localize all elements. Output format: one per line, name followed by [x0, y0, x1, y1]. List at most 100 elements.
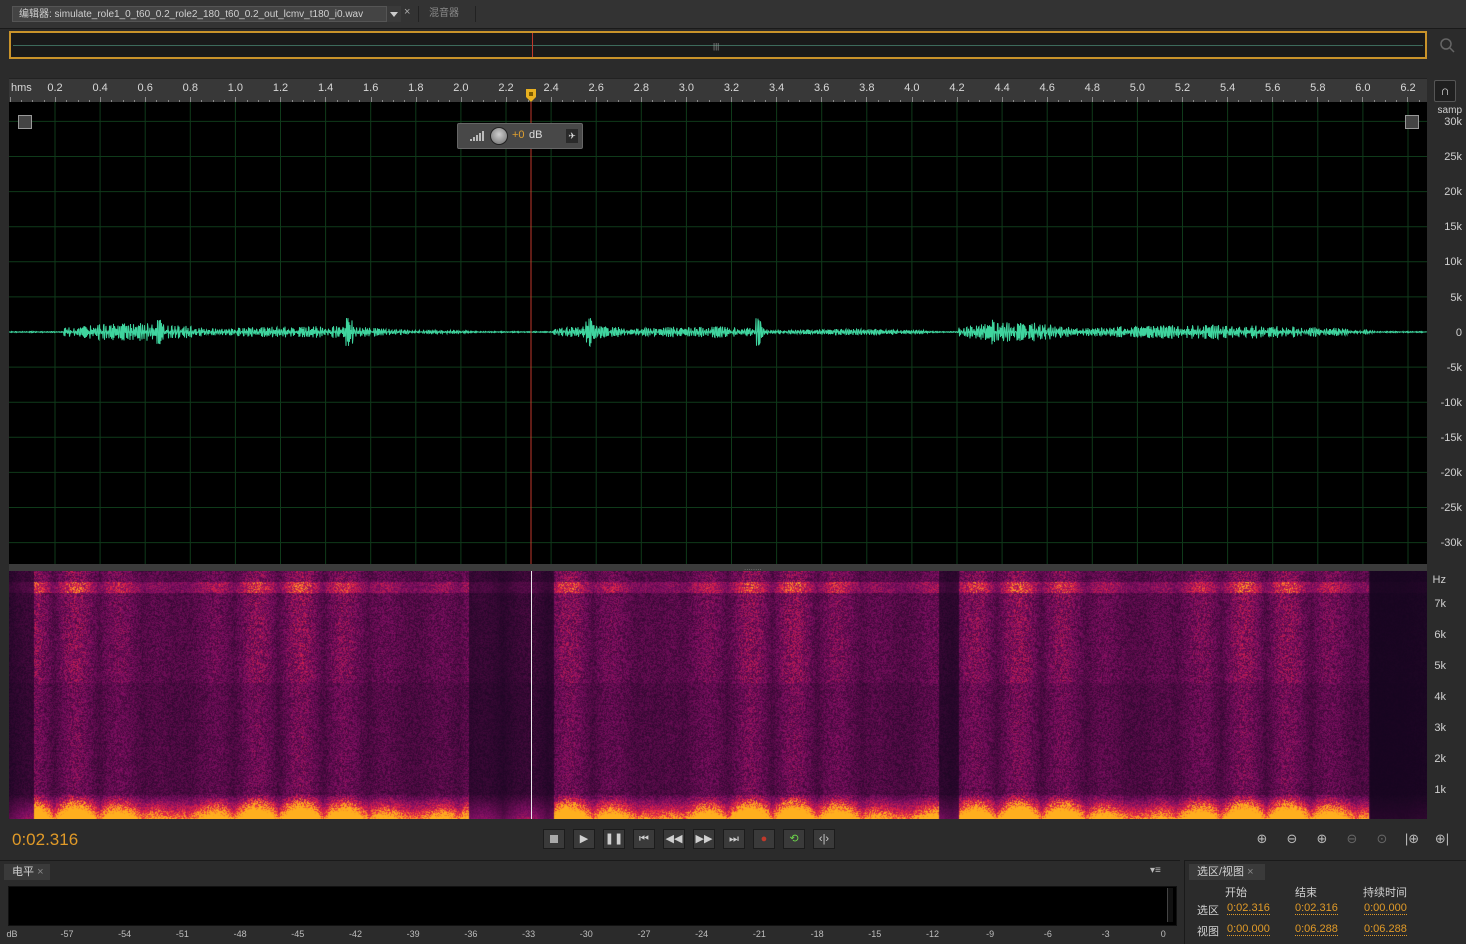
skip-selection-button[interactable]: ‹|› [813, 829, 835, 849]
headphone-icon[interactable]: ∩ [1434, 80, 1456, 102]
view-start[interactable]: 0:00.000 [1227, 923, 1270, 936]
ruler-tick-label: 3.4 [768, 82, 785, 94]
ruler-tick-label: 6.0 [1355, 82, 1371, 94]
selection-view-tab[interactable]: 选区/视图 × [1189, 864, 1265, 880]
panel-menu-icon[interactable]: ▾≡ [1150, 865, 1161, 876]
selection-view-tab-label: 选区/视图 [1197, 866, 1245, 878]
zoom-in-right-button[interactable]: ⊕| [1431, 830, 1453, 848]
zoom-out-time-icon: ⊖ [1346, 831, 1358, 846]
selection-end[interactable]: 0:02.316 [1295, 902, 1338, 915]
ruler-tick-label: 0.4 [92, 82, 108, 94]
db-scale-label: -36 [464, 929, 478, 939]
db-scale-label: -27 [637, 929, 651, 939]
zoom-in-left-button[interactable]: |⊕ [1401, 830, 1423, 848]
ruler-tick-label: 5.0 [1129, 82, 1146, 94]
db-scale-label: -3 [1101, 929, 1110, 939]
tab-close-icon[interactable]: × [404, 6, 410, 18]
fade-out-handle-icon[interactable] [1405, 115, 1419, 129]
playhead-marker-icon[interactable] [526, 89, 536, 103]
frequency-unit: Hz [1432, 574, 1446, 586]
fast-forward-icon: ▶▶ [695, 833, 713, 845]
db-scale-label: -51 [175, 929, 189, 939]
zoom-out-amplitude-button[interactable]: ⊖ [1281, 830, 1303, 848]
volume-unit: dB [529, 129, 543, 141]
frequency-label: 3k [1434, 722, 1446, 734]
ruler-tick-label: 2.2 [498, 82, 514, 94]
waveform-display[interactable] [9, 102, 1427, 564]
ruler-unit-label: hms [11, 82, 32, 94]
pin-icon[interactable]: ✈ [566, 129, 578, 143]
volume-knob[interactable] [490, 127, 508, 145]
tab-editor[interactable]: 编辑器: simulate_role1_0_t60_0.2_role2_180_… [12, 6, 400, 22]
ruler-tick-label: 4.6 [1039, 82, 1055, 94]
levels-tab-label: 电平 [12, 866, 34, 878]
ruler-tick-label: 5.6 [1265, 82, 1281, 94]
frequency-label: 1k [1434, 784, 1446, 796]
amplitude-scale[interactable]: samp 30k 25k 20k 15k 10k 5k 0 -5k -10k -15k -20k -2… [1427, 102, 1466, 564]
column-duration: 持续时间 [1363, 887, 1407, 899]
amplitude-label: -5k [1446, 361, 1462, 374]
view-end[interactable]: 0:06.288 [1295, 923, 1338, 936]
selection-start[interactable]: 0:02.316 [1227, 902, 1270, 915]
play-button[interactable]: ▶ [573, 829, 595, 849]
ruler-tick-label: 2.6 [588, 82, 604, 94]
transport-bar: 0:02.316 ▶ ❚❚ ⏮ ◀◀ ▶▶ ⏭ ● ⟲ ‹|› ⊕ ⊖ ⊕ ⊖ … [0, 820, 1466, 856]
rewind-button[interactable]: ◀◀ [663, 829, 685, 849]
selection-view-close-icon[interactable]: × [1247, 866, 1253, 878]
go-to-start-icon: ⏮ [639, 833, 649, 845]
zoom-out-time-button[interactable]: ⊖ [1341, 830, 1363, 848]
tab-mixer[interactable]: 混音器 [418, 6, 476, 22]
db-scale-label: -33 [522, 929, 536, 939]
ruler-tick-label: 5.8 [1310, 82, 1326, 94]
zoom-in-right-icon: ⊕| [1434, 831, 1450, 846]
ruler-tick-label: 4.4 [994, 82, 1010, 94]
frequency-label: 4k [1434, 691, 1446, 703]
stop-icon [550, 835, 558, 843]
db-scale-label: -39 [406, 929, 420, 939]
record-button[interactable]: ● [753, 829, 775, 849]
frequency-scale[interactable]: Hz 7k 6k 5k 4k 3k 2k 1k [1427, 571, 1466, 819]
db-scale-label: -18 [810, 929, 824, 939]
pause-button[interactable]: ❚❚ [603, 829, 625, 849]
spectrogram-display[interactable] [9, 571, 1427, 819]
panel-divider[interactable]: ........ [9, 563, 1427, 572]
frequency-label: 6k [1434, 629, 1446, 641]
overview-grip-icon[interactable]: ||| [713, 42, 719, 51]
selection-duration[interactable]: 0:00.000 [1364, 902, 1407, 915]
levels-close-icon[interactable]: × [37, 866, 43, 878]
ruler-tick-label: 5.4 [1219, 82, 1236, 94]
zoom-reset-icon: ⊙ [1376, 831, 1388, 846]
volume-value[interactable]: +0 [512, 129, 525, 141]
level-meter-peak [1167, 888, 1173, 922]
go-to-end-button[interactable]: ⏭ [723, 829, 745, 849]
go-to-start-button[interactable]: ⏮ [633, 829, 655, 849]
ruler-tick-label: 2.0 [453, 82, 469, 94]
file-dropdown-chevron-icon[interactable] [386, 6, 401, 22]
zoom-in-time-button[interactable]: ⊕ [1311, 830, 1333, 848]
amplitude-label: 10k [1444, 256, 1462, 269]
db-scale-label: dB [6, 929, 18, 939]
time-ruler[interactable]: hms 0.2 0.4 0.6 0.8 1.0 1.2 1.4 1.6 1.8 2.0 2.2 2.4… [9, 78, 1427, 103]
amplitude-label: -15k [1440, 431, 1462, 444]
overview-navigator[interactable]: ||| [9, 31, 1427, 59]
amplitude-label: 25k [1444, 151, 1462, 164]
db-scale-label: -6 [1043, 929, 1052, 939]
stop-button[interactable] [543, 829, 565, 849]
play-icon: ▶ [579, 833, 589, 845]
zoom-in-amplitude-button[interactable]: ⊕ [1251, 830, 1273, 848]
amplitude-label: -25k [1440, 502, 1462, 515]
amplitude-label: 5k [1450, 291, 1462, 304]
levels-tab[interactable]: 电平 × [4, 864, 50, 880]
amplitude-label: 20k [1444, 186, 1462, 199]
zoom-navigator-icon[interactable] [1438, 36, 1456, 54]
db-scale-label: -57 [60, 929, 74, 939]
view-duration[interactable]: 0:06.288 [1364, 923, 1407, 936]
loop-button[interactable]: ⟲ [783, 829, 805, 849]
column-end: 结束 [1295, 887, 1317, 899]
spectrogram-canvas [9, 571, 1427, 819]
ruler-tick-label: 3.0 [678, 82, 695, 94]
fast-forward-button[interactable]: ▶▶ [693, 829, 715, 849]
ruler-tick-label: 4.0 [904, 82, 920, 94]
zoom-reset-button[interactable]: ⊙ [1371, 830, 1393, 848]
fade-in-handle-icon[interactable] [18, 115, 32, 129]
